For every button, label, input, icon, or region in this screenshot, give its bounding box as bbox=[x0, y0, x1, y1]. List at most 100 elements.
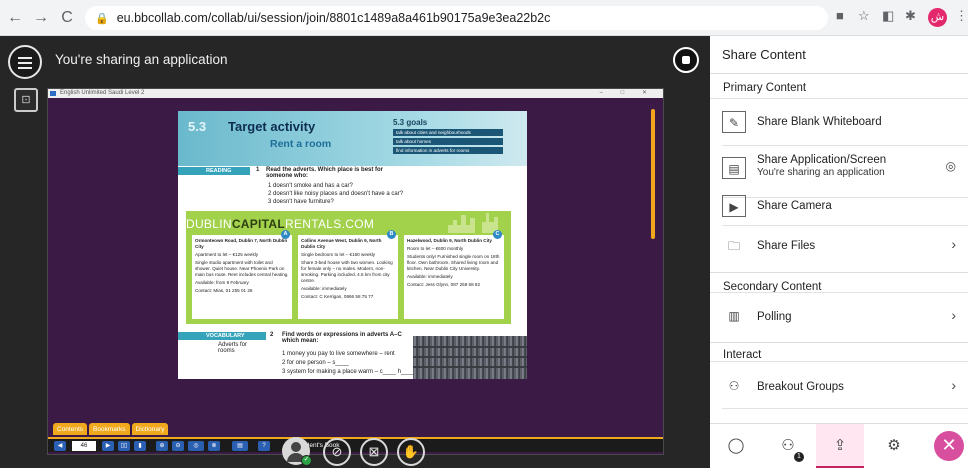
breakout-groups-icon: ⚇ bbox=[728, 379, 740, 393]
interact-heading: Interact bbox=[710, 342, 968, 361]
close-panel-icon[interactable]: ✕ bbox=[934, 431, 964, 461]
book-page: 5.3 Target activity Rent a room 5.3 goal… bbox=[178, 111, 527, 379]
primary-content-heading: Primary Content bbox=[723, 82, 807, 94]
goal-item: find information in adverts for rooms bbox=[393, 147, 503, 154]
forward-icon[interactable]: → bbox=[30, 9, 52, 27]
whiteboard-icon: ✎ bbox=[722, 111, 746, 133]
vocab-prompt: Find words or expressions in adverts A–C… bbox=[282, 332, 402, 344]
sharing-status-title: You're sharing an application bbox=[55, 52, 228, 67]
camera-off-button[interactable]: ⊠ bbox=[360, 438, 388, 466]
camera-icon: ▶ bbox=[722, 195, 746, 217]
camera-icon[interactable]: ■ bbox=[836, 8, 844, 23]
attendee-count-badge: 1 bbox=[794, 452, 804, 462]
share-content-tab-icon[interactable]: ⇪ bbox=[816, 424, 864, 468]
page-header: 5.3 Target activity Rent a room 5.3 goal… bbox=[178, 111, 527, 166]
share-blank-whiteboard-item[interactable]: ✎ Share Blank Whiteboard bbox=[710, 102, 968, 143]
attendees-icon[interactable]: ⚇ bbox=[764, 424, 812, 468]
avatar-head bbox=[291, 442, 301, 452]
app-titlebar: English Unlimited Saudi Level 2 – □ ✕ bbox=[48, 89, 663, 98]
advert-badge: C bbox=[493, 230, 502, 239]
zoom-in-icon[interactable]: ⊕ bbox=[156, 441, 168, 451]
my-status-avatar[interactable]: ✓ bbox=[282, 437, 312, 466]
raise-hand-button[interactable]: ✋ bbox=[397, 438, 425, 466]
reading-item: 2 doesn't like noisy places and doesn't … bbox=[268, 191, 404, 197]
reading-band: READING bbox=[178, 167, 250, 175]
panel-title: Share Content bbox=[710, 36, 968, 74]
session-menu-button[interactable] bbox=[8, 45, 42, 79]
star-icon[interactable]: ☆ bbox=[858, 8, 870, 24]
zoom-out-icon[interactable]: ⊖ bbox=[172, 441, 184, 451]
page-subheading: Rent a room bbox=[270, 138, 332, 150]
vocab-subtitle: Adverts for rooms bbox=[218, 342, 248, 354]
panel-tab-bar: ◯ ⚇ 1 ⇪ ⚙ ✕ bbox=[710, 423, 968, 468]
reading-prompt: Read the adverts. Which place is best fo… bbox=[266, 167, 384, 179]
advert-badge: B bbox=[387, 230, 396, 239]
window-controls[interactable]: – □ ✕ bbox=[600, 89, 655, 98]
polling-item[interactable]: ▥ Polling › bbox=[710, 296, 968, 337]
advert-card: C Hazelwood, Dublin 9, North Dublin City… bbox=[404, 230, 504, 319]
city-photo bbox=[413, 336, 527, 379]
advert-badge: A bbox=[281, 230, 290, 239]
chevron-right-icon: › bbox=[951, 307, 956, 323]
reading-item: 3 doesn't have furniture? bbox=[268, 199, 334, 205]
share-files-item[interactable]: 🗀 Share Files › bbox=[710, 226, 968, 267]
back-icon[interactable]: ← bbox=[4, 9, 26, 27]
prev-page-icon[interactable]: ◀ bbox=[54, 441, 66, 451]
breakout-groups-item[interactable]: ⚇ Breakout Groups › bbox=[710, 366, 968, 407]
chevron-right-icon: › bbox=[951, 236, 956, 252]
next-page-icon[interactable]: ▶ bbox=[102, 441, 114, 451]
vocab-item: 2 for one person – s____ bbox=[282, 360, 349, 366]
vocab-item: 3 system for making a place warm – c____… bbox=[282, 369, 415, 375]
shared-application-window: English Unlimited Saudi Level 2 – □ ✕ 5.… bbox=[47, 88, 664, 455]
vocabulary-band: VOCABULARY bbox=[178, 332, 266, 340]
screen-share-icon: ▤ bbox=[722, 157, 746, 179]
polling-icon: ▥ bbox=[728, 309, 740, 323]
zoom-fit-icon[interactable]: ⊗ bbox=[208, 441, 220, 451]
classroom-icon[interactable]: ▤ bbox=[232, 441, 248, 451]
unit-number: 5.3 bbox=[188, 119, 207, 134]
check-icon: ✓ bbox=[301, 455, 312, 466]
chevron-right-icon: › bbox=[951, 377, 956, 393]
scrollbar[interactable] bbox=[651, 109, 655, 239]
profile-avatar[interactable]: ش bbox=[928, 8, 947, 27]
advert-card: B Collins Avenue West, Dublin 9, North D… bbox=[298, 230, 398, 319]
kebab-menu-icon[interactable]: ⋮ bbox=[955, 8, 968, 24]
app-logo-icon bbox=[50, 91, 56, 96]
tab-contents[interactable]: Contents bbox=[53, 423, 88, 435]
page-heading: Target activity bbox=[228, 119, 316, 134]
bookmark-icon[interactable]: ▮ bbox=[134, 441, 146, 451]
advert-brand: DUBLINCAPITALRENTALS.COM bbox=[186, 217, 375, 231]
extension-icon[interactable]: ◧ bbox=[882, 8, 894, 24]
share-content-panel: Share Content Primary Content ✎ Share Bl… bbox=[710, 36, 968, 468]
browser-toolbar: ← → C 🔒 eu.bbcollab.com/collab/ui/sessio… bbox=[0, 0, 968, 36]
stop-share-icon[interactable]: ◎ bbox=[946, 159, 956, 173]
reload-icon[interactable]: C bbox=[56, 9, 78, 27]
chat-icon[interactable]: ◯ bbox=[712, 424, 760, 468]
folder-icon: 🗀 bbox=[727, 239, 740, 253]
address-bar[interactable]: 🔒 eu.bbcollab.com/collab/ui/session/join… bbox=[85, 6, 828, 30]
microphone-off-button[interactable]: ⊘ bbox=[323, 438, 351, 466]
reading-qnum: 1 bbox=[256, 167, 260, 173]
settings-gear-icon[interactable]: ⚙ bbox=[870, 424, 918, 468]
puzzle-icon[interactable]: ✱ bbox=[905, 8, 916, 24]
stop-sharing-button[interactable] bbox=[673, 47, 699, 73]
goal-item: talk about homes bbox=[393, 138, 503, 145]
advert-card: A Ormonteown Road, Dublin 7, North Dubli… bbox=[192, 230, 292, 319]
page-number-input[interactable]: 46 bbox=[72, 441, 96, 451]
fit-view-icon[interactable]: ⊡ bbox=[14, 88, 38, 112]
help-icon[interactable]: ? bbox=[258, 441, 270, 451]
goals-box: 5.3 goals talk about cities and neighbou… bbox=[393, 118, 503, 161]
tab-bookmarks[interactable]: Bookmarks bbox=[89, 423, 130, 435]
vocab-item: 1 money you pay to live somewhere – rent bbox=[282, 351, 395, 357]
url-text: eu.bbcollab.com/collab/ui/session/join/8… bbox=[116, 11, 551, 25]
share-camera-item[interactable]: ▶ Share Camera bbox=[710, 184, 968, 225]
tab-dictionary[interactable]: Dictionary bbox=[131, 423, 169, 435]
book-toolbar: ◀ 46 ▶ ▯▯ ▮ ⊕ ⊖ ◎ ⊗ ▤ ? Student's Book bbox=[48, 437, 663, 452]
zoom-100-icon[interactable]: ◎ bbox=[188, 441, 204, 451]
book-tabs: Contents Bookmarks Dictionary bbox=[53, 423, 169, 435]
reading-item: 1 doesn't smoke and has a car? bbox=[268, 183, 353, 189]
two-page-icon[interactable]: ▯▯ bbox=[118, 441, 130, 451]
session-stage: You're sharing an application ⊡ English … bbox=[0, 36, 710, 468]
vocab-qnum: 2 bbox=[270, 332, 274, 338]
secondary-content-heading: Secondary Content bbox=[710, 272, 968, 293]
